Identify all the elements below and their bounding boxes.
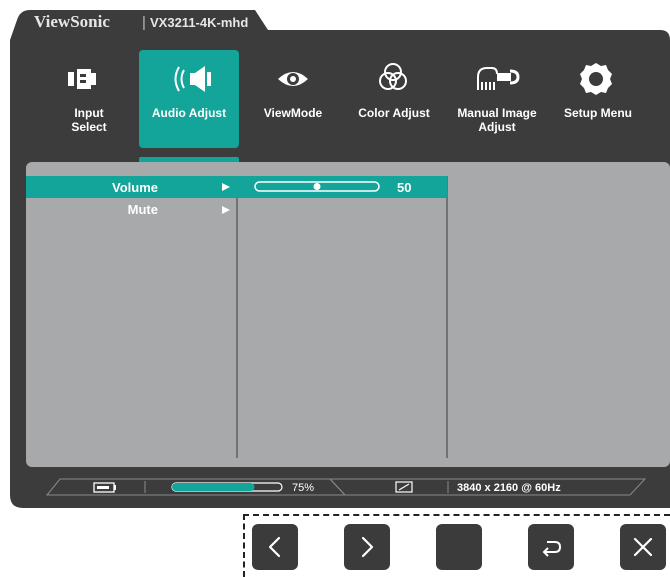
menu-input-select-label-1[interactable]: Input: [74, 106, 103, 120]
status-progress-text: 75%: [292, 482, 314, 494]
osd-screen: ViewSonic | VX3211-4K-mhd Input Select A…: [10, 10, 670, 508]
submenu-volume-label[interactable]: Volume: [112, 180, 158, 195]
menu-audio-adjust-label[interactable]: Audio Adjust: [152, 106, 226, 120]
status-progress-fill: [172, 483, 255, 491]
menu-setup-label[interactable]: Setup Menu: [564, 106, 632, 120]
left-button[interactable]: [252, 524, 298, 570]
return-icon: [542, 541, 562, 557]
button-frame-left: [243, 514, 245, 577]
button-frame-top: [243, 514, 670, 516]
close-button[interactable]: [620, 524, 666, 570]
brand-separator: |: [142, 14, 146, 31]
return-button[interactable]: [528, 524, 574, 570]
submenu-mute-label[interactable]: Mute: [128, 202, 158, 217]
close-icon: [633, 537, 653, 557]
blank-button[interactable]: [436, 524, 482, 570]
menu-input-select-label-2[interactable]: Select: [71, 120, 106, 134]
left-arrow-icon: [268, 536, 281, 558]
volume-value: 50: [397, 180, 411, 195]
right-button[interactable]: [344, 524, 390, 570]
right-arrow-icon: [361, 536, 374, 558]
brand-name: ViewSonic: [34, 12, 110, 31]
submenu-row-volume-highlight[interactable]: [26, 176, 447, 198]
menu-manual-image-label-2[interactable]: Adjust: [478, 120, 515, 134]
menu-color-adjust-label[interactable]: Color Adjust: [358, 106, 430, 120]
content-panel: [26, 162, 670, 467]
tab-audio-adjust-highlight[interactable]: [139, 50, 239, 148]
menu-viewmode-label[interactable]: ViewMode: [264, 106, 323, 120]
menu-manual-image-label-1[interactable]: Manual Image: [457, 106, 537, 120]
status-resolution: 3840 x 2160 @ 60Hz: [457, 482, 561, 494]
volume-slider-knob[interactable]: [313, 183, 321, 190]
model-name: VX3211-4K-mhd: [150, 15, 248, 30]
